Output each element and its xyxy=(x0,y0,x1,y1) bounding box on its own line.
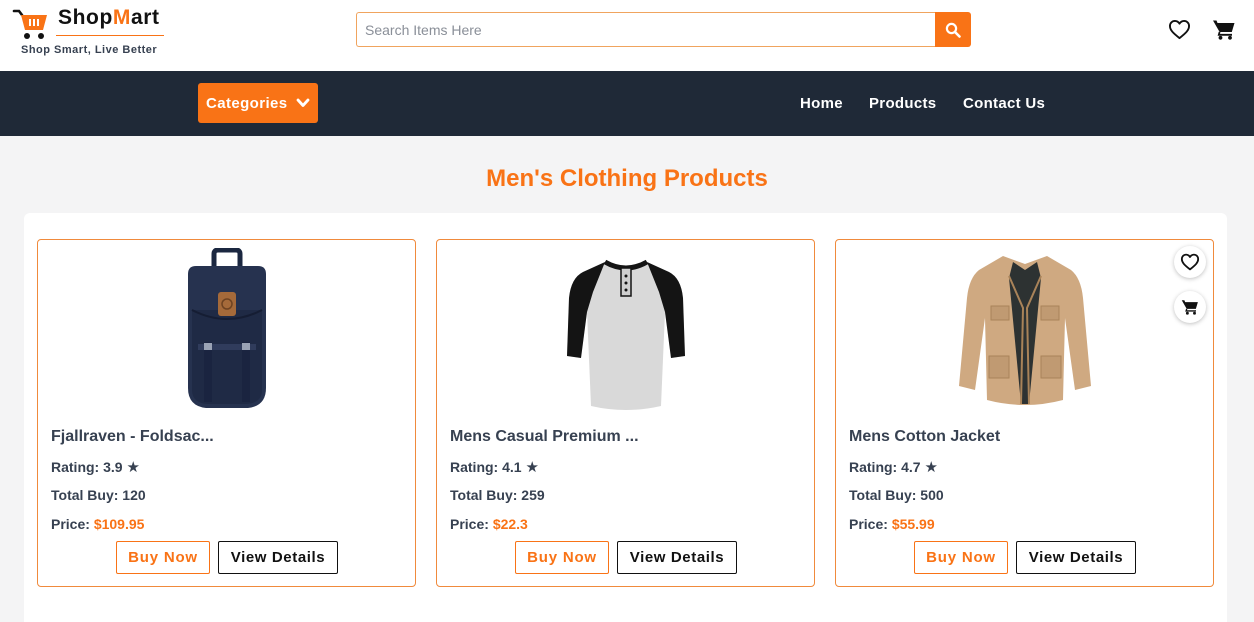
site-header: ShopMart Shop Smart, Live Better xyxy=(0,0,1254,71)
product-total-buy: Total Buy: 500 xyxy=(849,487,944,503)
product-rating: Rating: 4.1 ★ xyxy=(450,459,539,476)
main-navbar: Categories Home Products Contact Us xyxy=(0,71,1254,136)
search-bar xyxy=(356,12,971,47)
product-card[interactable]: Mens Casual Premium ... Rating: 4.1 ★ To… xyxy=(436,239,815,587)
wishlist-heart-icon[interactable] xyxy=(1168,19,1191,40)
star-icon: ★ xyxy=(525,459,539,476)
brand-logo[interactable]: ShopMart Shop Smart, Live Better xyxy=(12,6,172,60)
page-title: Men's Clothing Products xyxy=(486,165,768,192)
brand-underline xyxy=(56,35,164,36)
product-name[interactable]: Fjallraven - Foldsac... xyxy=(51,428,214,446)
product-rating: Rating: 3.9 ★ xyxy=(51,459,140,476)
cotton-jacket-image xyxy=(958,256,1091,405)
product-total-buy: Total Buy: 120 xyxy=(51,487,146,503)
product-price: Price: $22.3 xyxy=(450,516,528,532)
heart-icon xyxy=(1180,253,1200,271)
view-details-button[interactable]: View Details xyxy=(1016,541,1136,574)
product-rating: Rating: 4.7 ★ xyxy=(849,459,938,476)
add-to-cart-button[interactable] xyxy=(1174,291,1206,323)
raglan-tshirt-image xyxy=(566,259,685,410)
product-price: Price: $55.99 xyxy=(849,516,935,532)
cart-icon[interactable] xyxy=(1212,19,1236,40)
chevron-down-icon xyxy=(296,98,310,107)
star-icon: ★ xyxy=(924,459,938,476)
buy-now-button[interactable]: Buy Now xyxy=(515,541,609,574)
buy-now-button[interactable]: Buy Now xyxy=(116,541,210,574)
search-icon xyxy=(945,22,961,38)
product-total-buy: Total Buy: 259 xyxy=(450,487,545,503)
product-card[interactable]: Mens Cotton Jacket Rating: 4.7 ★ Total B… xyxy=(835,239,1214,587)
product-image[interactable] xyxy=(836,248,1213,418)
categories-dropdown-button[interactable]: Categories xyxy=(198,83,318,123)
nav-link-contact-us[interactable]: Contact Us xyxy=(963,95,1045,112)
product-name[interactable]: Mens Casual Premium ... xyxy=(450,428,639,446)
view-details-button[interactable]: View Details xyxy=(617,541,737,574)
cart-icon xyxy=(1181,300,1198,315)
product-image[interactable] xyxy=(38,248,415,418)
star-icon: ★ xyxy=(126,459,140,476)
add-to-wishlist-button[interactable] xyxy=(1174,246,1206,278)
nav-link-products[interactable]: Products xyxy=(869,95,936,112)
search-button[interactable] xyxy=(935,12,971,47)
search-input[interactable] xyxy=(356,12,936,47)
brand-name: ShopMart xyxy=(58,6,160,29)
product-card[interactable]: Fjallraven - Foldsac... Rating: 3.9 ★ To… xyxy=(37,239,416,587)
backpack-image xyxy=(187,248,266,408)
brand-tagline: Shop Smart, Live Better xyxy=(21,44,158,56)
product-image[interactable] xyxy=(437,248,814,418)
buy-now-button[interactable]: Buy Now xyxy=(914,541,1008,574)
shopping-cart-logo-icon xyxy=(12,9,47,39)
categories-label: Categories xyxy=(206,94,288,112)
product-price: Price: $109.95 xyxy=(51,516,145,532)
view-details-button[interactable]: View Details xyxy=(218,541,338,574)
product-name[interactable]: Mens Cotton Jacket xyxy=(849,428,1000,446)
nav-link-home[interactable]: Home xyxy=(800,95,843,112)
